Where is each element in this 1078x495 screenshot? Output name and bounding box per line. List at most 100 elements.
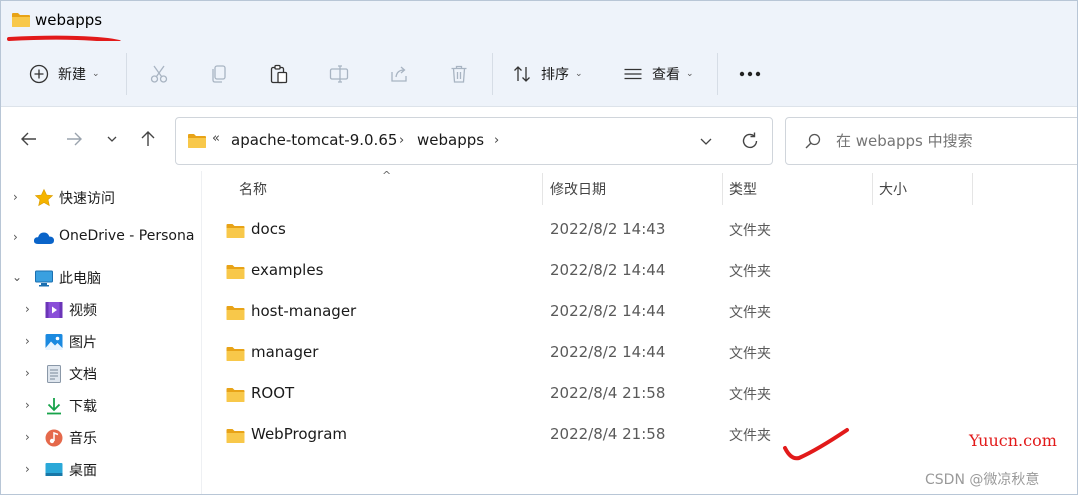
scissors-icon (150, 65, 168, 83)
divider (492, 53, 493, 95)
arrow-up-icon (141, 131, 155, 146)
more-options-button[interactable] (739, 41, 761, 107)
sort-button[interactable]: 排序 ⌄ (512, 41, 583, 107)
nav-item-videos[interactable]: › 视频 (1, 295, 201, 325)
column-header-type[interactable]: 类型 (729, 179, 757, 199)
back-button[interactable] (17, 127, 41, 151)
chevron-down-icon: ⌄ (92, 69, 100, 79)
column-header-date[interactable]: 修改日期 (550, 179, 606, 199)
file-date: 2022/8/2 14:44 (550, 261, 666, 279)
copy-icon (212, 65, 226, 83)
nav-item-music[interactable]: › 音乐 (1, 423, 201, 453)
table-row[interactable]: examples 2022/8/2 14:44 文件夹 (202, 251, 1077, 292)
share-button[interactable] (389, 41, 409, 107)
column-header-name[interactable]: 名称 (239, 179, 267, 199)
delete-button[interactable] (449, 41, 469, 107)
column-divider[interactable] (872, 173, 873, 205)
red-checkmark-annotation (783, 428, 849, 461)
breadcrumb-webapps[interactable]: webapps (417, 131, 484, 149)
file-name: WebProgram (251, 425, 347, 443)
view-list-icon (624, 68, 642, 80)
file-date: 2022/8/2 14:43 (550, 220, 666, 238)
music-icon (45, 429, 63, 447)
refresh-icon[interactable] (740, 131, 760, 151)
recent-locations-button[interactable] (100, 127, 124, 151)
watermark-csdn: CSDN @微凉秋意 (925, 472, 1040, 488)
file-type: 文件夹 (729, 264, 771, 280)
chevron-right-icon[interactable]: › (25, 398, 30, 412)
new-button[interactable]: 新建 ⌄ (29, 41, 100, 107)
column-divider[interactable] (722, 173, 723, 205)
nav-item-pictures[interactable]: › 图片 (1, 327, 201, 357)
pc-icon (35, 270, 53, 287)
address-bar[interactable]: « apache-tomcat-9.0.65 › webapps › (175, 117, 773, 165)
share-icon (391, 66, 407, 82)
chevron-down-icon[interactable]: ⌄ (12, 270, 22, 284)
more-icon (739, 71, 761, 77)
folder-icon (226, 306, 245, 320)
file-date: 2022/8/4 21:58 (550, 425, 666, 443)
file-type: 文件夹 (729, 223, 771, 239)
chevron-right-icon[interactable]: › (25, 302, 30, 316)
breadcrumb-apache-tomcat[interactable]: apache-tomcat-9.0.65 (231, 131, 397, 149)
chevron-right-icon[interactable]: › (13, 230, 18, 244)
file-date: 2022/8/2 14:44 (550, 302, 666, 320)
divider (717, 53, 718, 95)
table-row[interactable]: host-manager 2022/8/2 14:44 文件夹 (202, 292, 1077, 333)
search-icon (805, 133, 821, 149)
table-row[interactable]: WebProgram 2022/8/4 21:58 文件夹 (202, 415, 1077, 456)
star-icon (34, 188, 54, 207)
table-row[interactable]: docs 2022/8/2 14:43 文件夹 (202, 210, 1077, 251)
breadcrumb-separator-icon[interactable]: › (494, 133, 499, 148)
up-button[interactable] (136, 127, 160, 151)
file-name: host-manager (251, 302, 357, 320)
arrow-right-icon (67, 132, 82, 146)
nav-label: 下载 (69, 399, 97, 415)
forward-button[interactable] (62, 127, 86, 151)
file-date: 2022/8/2 14:44 (550, 343, 666, 361)
paste-button[interactable] (269, 41, 289, 107)
plus-circle-icon (29, 64, 49, 84)
nav-label: 桌面 (69, 463, 97, 479)
nav-item-this-pc[interactable]: ⌄ 此电脑 (1, 263, 201, 293)
sort-ascending-icon: ^ (382, 169, 392, 182)
table-row[interactable]: manager 2022/8/2 14:44 文件夹 (202, 333, 1077, 374)
folder-icon (226, 347, 245, 361)
navigation-pane: › 快速访问 › OneDrive - Persona ⌄ 此电脑 › 视频 ›… (1, 171, 201, 494)
view-label: 查看 (652, 67, 680, 83)
file-type: 文件夹 (729, 305, 771, 321)
file-name: docs (251, 220, 286, 238)
chevron-right-icon[interactable]: › (25, 430, 30, 444)
breadcrumb-separator-icon[interactable]: › (399, 133, 404, 148)
table-row[interactable]: ROOT 2022/8/4 21:58 文件夹 (202, 374, 1077, 415)
nav-item-documents[interactable]: › 文档 (1, 359, 201, 389)
nav-item-desktop[interactable]: › 桌面 (1, 455, 201, 485)
file-type: 文件夹 (729, 346, 771, 362)
arrow-left-icon (21, 132, 36, 146)
document-icon (47, 365, 61, 383)
chevron-right-icon[interactable]: › (25, 366, 30, 380)
column-divider[interactable] (542, 173, 543, 205)
view-button[interactable]: 查看 ⌄ (623, 41, 694, 107)
copy-button[interactable] (209, 41, 229, 107)
nav-item-quick-access[interactable]: › 快速访问 (1, 183, 201, 213)
address-history-chevron-icon[interactable] (698, 133, 714, 149)
chevron-right-icon[interactable]: › (25, 334, 30, 348)
chevron-right-icon[interactable]: › (13, 190, 18, 204)
column-divider[interactable] (972, 173, 973, 205)
chevron-right-icon[interactable]: › (25, 462, 30, 476)
nav-item-onedrive[interactable]: › OneDrive - Persona (1, 223, 201, 253)
rename-button[interactable] (329, 41, 349, 107)
folder-icon (12, 13, 30, 27)
file-list: ^ 名称 修改日期 类型 大小 docs 2022/8/2 14:43 文件夹 … (202, 169, 1077, 494)
overflow-chevron-icon[interactable]: « (212, 131, 220, 146)
nav-item-downloads[interactable]: › 下载 (1, 391, 201, 421)
trash-icon (451, 65, 467, 83)
file-name: manager (251, 343, 319, 361)
search-input[interactable] (836, 132, 1066, 150)
sort-label: 排序 (541, 67, 569, 83)
column-header-size[interactable]: 大小 (879, 179, 907, 199)
search-box[interactable] (785, 117, 1077, 165)
nav-label: 音乐 (69, 431, 97, 447)
cut-button[interactable] (149, 41, 169, 107)
